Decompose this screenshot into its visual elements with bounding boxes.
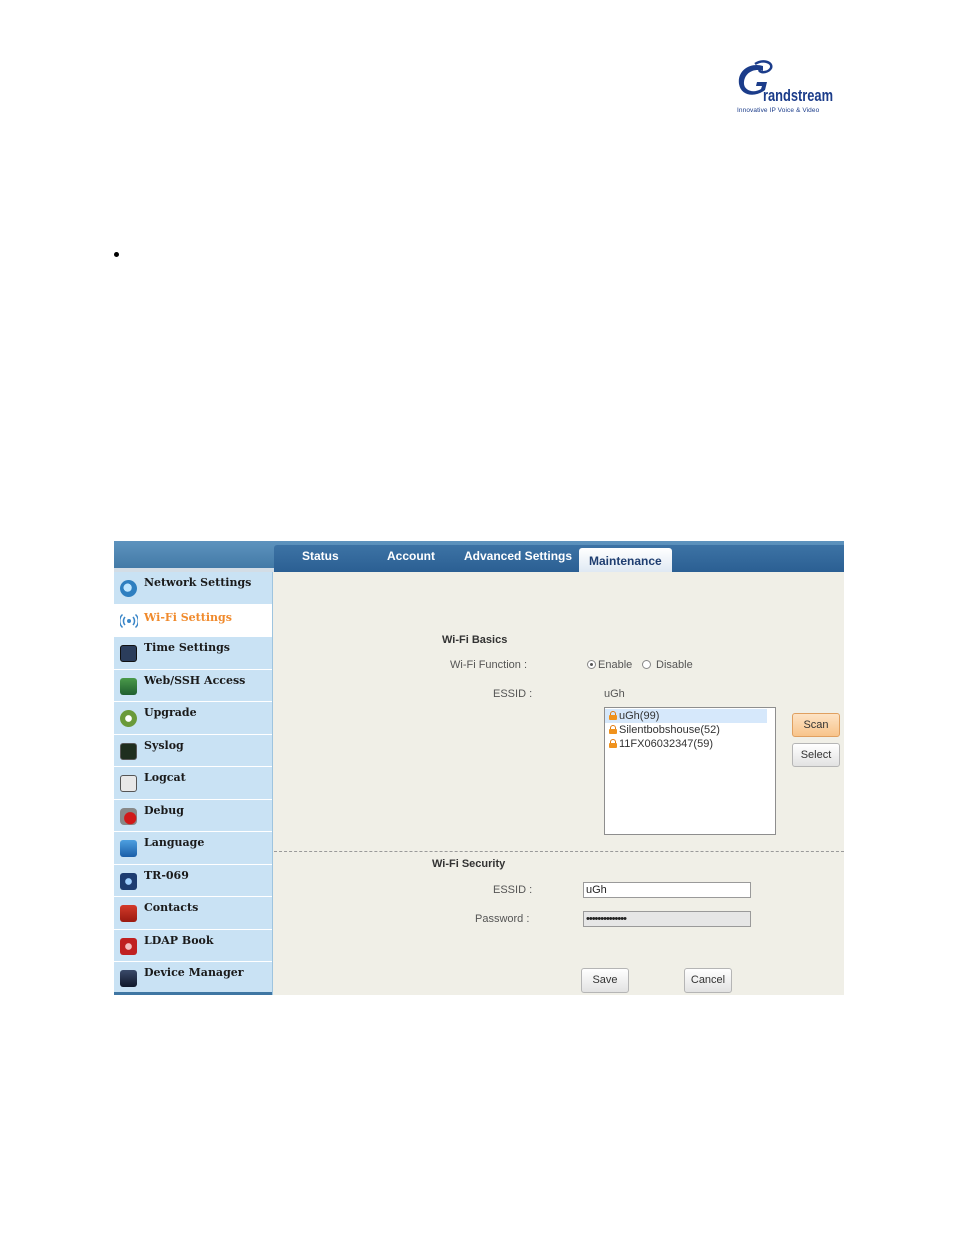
list-item[interactable]: Silentbobshouse(52) [605,723,767,737]
security-essid-label: ESSID : [493,884,533,896]
lock-icon [609,725,617,734]
save-button[interactable]: Save [581,968,629,993]
bullet-point [114,252,119,257]
essid-field[interactable]: uGh [583,882,751,898]
sidebar-item-label: Logcat [144,771,186,784]
sidebar-item-logcat[interactable]: Logcat [114,767,272,800]
sidebar-item-time-settings[interactable]: Time Settings [114,637,272,670]
tab-status[interactable]: Status [302,549,339,563]
disable-radio[interactable] [642,660,651,669]
lock-icon [609,711,617,720]
enable-radio[interactable] [587,660,596,669]
disable-radio-label[interactable]: Disable [656,659,693,671]
sidebar-item-label: LDAP Book [144,933,214,947]
grandstream-logo: randstream Innovative IP Voice & Video [733,60,837,120]
phone-book-icon [120,905,137,922]
bug-icon [120,807,137,825]
sidebar-item-label: Language [144,836,205,849]
camera-icon [120,872,137,890]
sidebar-item-label: Device Manager [144,966,244,979]
select-button[interactable]: Select [792,743,840,767]
essid-label: ESSID : [493,688,533,700]
tab-account[interactable]: Account [387,549,435,563]
upgrade-icon [120,710,137,727]
network-name: Silentbobshouse(52) [619,724,720,736]
essid-value: uGh [604,688,625,700]
wifi-security-heading: Wi-Fi Security [432,858,506,870]
network-name: 11FX06032347(59) [619,738,713,750]
sidebar-item-debug[interactable]: Debug [114,800,272,832]
sidebar-item-ldap-book[interactable]: LDAP Book [114,930,272,962]
section-divider [274,851,844,852]
wifi-icon [118,612,140,629]
logo-tagline: Innovative IP Voice & Video [737,107,820,114]
logo-mark-icon: randstream [738,60,833,105]
network-icon [120,580,137,597]
password-field[interactable]: •••••••••••••• [583,911,751,927]
clock-icon [120,645,137,662]
sidebar-item-label: Debug [144,803,184,817]
network-list[interactable]: uGh(99) Silentbobshouse(52) 11FX06032347… [604,707,776,835]
web-ui-screenshot: Status Account Advanced Settings Mainten… [114,541,844,995]
sidebar-item-contacts[interactable]: Contacts [114,897,272,930]
sidebar-item-label: Network Settings [144,576,252,589]
device-manager-icon [120,970,137,987]
computer-icon [120,677,137,695]
language-icon [120,840,137,857]
sidebar: Network Settings Wi-Fi Settings Time Set… [114,572,273,995]
wifi-function-label: Wi-Fi Function : [450,659,528,671]
syslog-icon [120,742,137,760]
ldap-icon [120,937,137,955]
sidebar-bottom-border [114,992,272,995]
tab-advanced-settings[interactable]: Advanced Settings [464,549,572,563]
tab-maintenance[interactable]: Maintenance [579,548,672,572]
sidebar-item-device-manager[interactable]: Device Manager [114,962,272,995]
lock-icon [609,739,617,748]
sidebar-item-label: Upgrade [144,706,197,719]
password-label: Password : [475,913,530,925]
sidebar-item-language[interactable]: Language [114,832,272,865]
sidebar-item-label: Syslog [144,738,184,752]
scan-button[interactable]: Scan [792,713,840,737]
cancel-button[interactable]: Cancel [684,968,732,993]
list-item[interactable]: uGh(99) [605,709,767,723]
magnifier-icon [120,775,137,792]
sidebar-item-label: Contacts [144,901,199,914]
sidebar-item-upgrade[interactable]: Upgrade [114,702,272,735]
list-item[interactable]: 11FX06032347(59) [605,737,767,751]
network-name: uGh(99) [619,710,660,722]
wifi-basics-heading: Wi-Fi Basics [442,634,508,646]
sidebar-item-wifi-settings[interactable]: Wi-Fi Settings [114,604,272,637]
sidebar-item-label: Wi-Fi Settings [144,610,232,624]
sidebar-item-label: Time Settings [144,641,230,654]
sidebar-item-tr-069[interactable]: TR-069 [114,865,272,897]
sidebar-item-label: Web/SSH Access [144,673,246,687]
sidebar-item-web-ssh-access[interactable]: Web/SSH Access [114,670,272,702]
sidebar-item-network-settings[interactable]: Network Settings [114,572,272,605]
svg-text:randstream: randstream [763,86,833,105]
sidebar-item-syslog[interactable]: Syslog [114,735,272,767]
wifi-settings-panel: Wi-Fi Basics Wi-Fi Function : Enable Dis… [274,572,844,995]
sidebar-item-label: TR-069 [144,868,189,882]
enable-radio-label[interactable]: Enable [598,659,632,671]
main-tabs: Status Account Advanced Settings Mainten… [274,545,844,572]
